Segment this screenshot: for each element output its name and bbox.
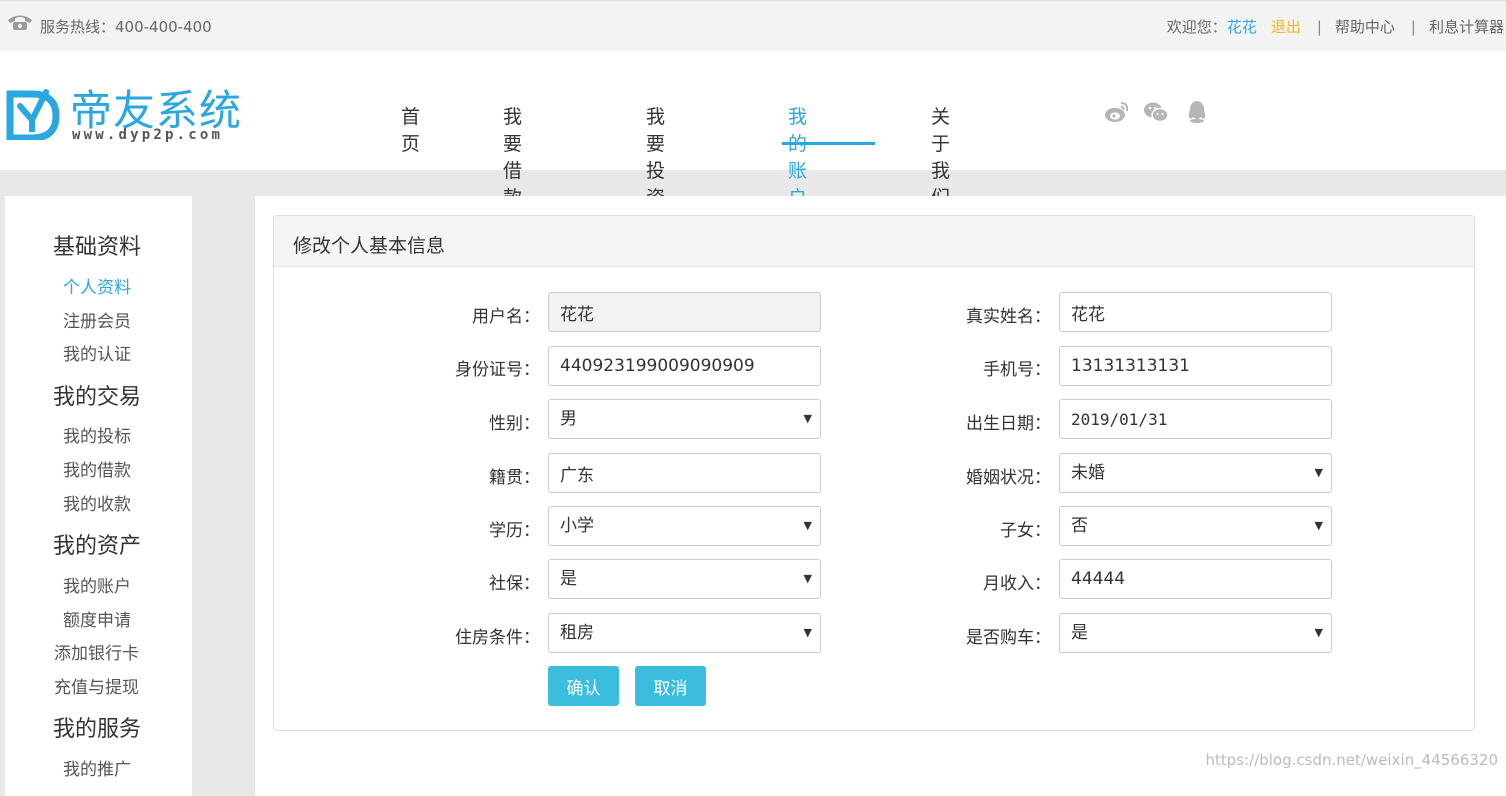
sidebar-item-credit-application[interactable]: 额度申请 (63, 606, 131, 631)
sidebar-item-my-loans[interactable]: 我的借款 (63, 456, 131, 481)
realname-label: 真实姓名： (966, 307, 1051, 327)
children-value: 否 (1071, 516, 1088, 536)
income-label: 月收入： (983, 574, 1051, 594)
username-field[interactable] (548, 292, 821, 332)
education-value: 小学 (560, 516, 594, 536)
weibo-icon[interactable] (1104, 100, 1130, 124)
education-select[interactable]: 小学 ▼ (548, 506, 821, 546)
divider: | (1316, 18, 1322, 36)
logo-icon[interactable] (6, 88, 68, 140)
confirm-button[interactable]: 确认 (548, 666, 619, 706)
insurance-value: 是 (560, 569, 577, 589)
car-label: 是否购车： (966, 628, 1051, 648)
insurance-select[interactable]: 是 ▼ (548, 559, 821, 599)
qq-icon[interactable] (1185, 100, 1211, 124)
dropdown-arrow-icon: ▼ (803, 626, 812, 639)
nav-invest[interactable]: 我要投资 (646, 102, 665, 210)
gender-value: 男 (560, 409, 577, 429)
sidebar-group-title: 我的交易 (53, 385, 142, 410)
housing-select[interactable]: 租房 ▼ (548, 613, 821, 653)
user-links: 欢迎您：花花 退出 | 帮助中心 | 利息计算器 (1167, 16, 1504, 37)
nav-about[interactable]: 关于我们 (931, 102, 950, 210)
marital-value: 未婚 (1071, 463, 1105, 483)
username-label: 用户名： (472, 307, 540, 327)
logout-link[interactable]: 退出 (1271, 18, 1301, 36)
idcard-field[interactable] (548, 346, 821, 386)
help-center-link[interactable]: 帮助中心 (1335, 18, 1395, 36)
gender-label: 性别： (489, 414, 540, 434)
income-field[interactable] (1059, 559, 1332, 599)
sidebar-item-deposit-withdraw[interactable]: 充值与提现 (54, 673, 139, 698)
sidebar-item-my-account[interactable]: 我的账户 (63, 572, 131, 597)
sidebar-group-title: 基础资料 (53, 235, 142, 260)
dropdown-arrow-icon: ▼ (1314, 626, 1323, 639)
dropdown-arrow-icon: ▼ (1314, 466, 1323, 479)
watermark: https://blog.csdn.net/weixin_44566320 (1205, 751, 1498, 769)
divider: | (1410, 18, 1416, 36)
housing-value: 租房 (560, 623, 594, 643)
cancel-button[interactable]: 取消 (635, 666, 706, 706)
interest-calculator-link[interactable]: 利息计算器 (1429, 18, 1504, 36)
car-value: 是 (1071, 623, 1088, 643)
panel-title: 修改个人基本信息 (293, 235, 446, 257)
dropdown-arrow-icon: ▼ (803, 572, 812, 585)
insurance-label: 社保： (489, 574, 540, 594)
hometown-field[interactable] (548, 453, 821, 493)
nav-borrow[interactable]: 我要借款 (503, 102, 522, 210)
panel-header: 修改个人基本信息 (274, 216, 1474, 267)
realname-field[interactable] (1059, 292, 1332, 332)
dropdown-arrow-icon: ▼ (803, 519, 812, 532)
telephone-icon (8, 15, 32, 30)
wechat-icon[interactable] (1143, 100, 1169, 124)
welcome-label: 欢迎您： (1166, 18, 1227, 36)
sidebar-item-membership[interactable]: 注册会员 (63, 307, 131, 332)
sidebar-item-profile[interactable]: 个人资料 (63, 273, 131, 298)
brand-url: www.dyp2p.com (72, 127, 224, 143)
nav-my-account[interactable]: 我的账户 (788, 102, 807, 210)
marital-select[interactable]: 未婚 ▼ (1059, 453, 1332, 493)
birthday-label: 出生日期： (966, 414, 1051, 434)
dropdown-arrow-icon: ▼ (803, 412, 812, 425)
sidebar-group-title: 我的服务 (53, 717, 142, 742)
hometown-label: 籍贯： (489, 468, 540, 488)
hotline-text: 服务热线：400-400-400 (40, 18, 212, 36)
children-label: 子女： (1000, 521, 1051, 541)
idcard-label: 身份证号： (455, 360, 540, 380)
active-nav-indicator (782, 142, 875, 145)
car-select[interactable]: 是 ▼ (1059, 613, 1332, 653)
gender-select[interactable]: 男 ▼ (548, 399, 821, 439)
site-header: 帝友系统 www.dyp2p.com 首页 我要借款 我要投资 我的账户 关于我… (0, 51, 1506, 209)
top-bar: 服务热线：400-400-400 欢迎您：花花 退出 | 帮助中心 | 利息计算器 (0, 0, 1506, 51)
sidebar-group-title: 我的资产 (53, 534, 142, 559)
phone-field[interactable] (1059, 346, 1332, 386)
education-label: 学历： (489, 521, 540, 541)
username-link[interactable]: 花花 (1227, 18, 1257, 36)
phone-label: 手机号： (983, 360, 1051, 380)
sidebar-item-promotion[interactable]: 我的推广 (63, 755, 131, 780)
sidebar-item-add-bank-card[interactable]: 添加银行卡 (54, 639, 139, 664)
sidebar: 基础资料 个人资料 注册会员 我的认证 我的交易 我的投标 我的借款 我的收款 … (5, 196, 192, 796)
housing-label: 住房条件： (455, 628, 540, 648)
sidebar-item-verification[interactable]: 我的认证 (63, 340, 131, 365)
dropdown-arrow-icon: ▼ (1314, 519, 1323, 532)
sidebar-item-my-receipts[interactable]: 我的收款 (63, 490, 131, 515)
marital-label: 婚姻状况： (966, 468, 1051, 488)
children-select[interactable]: 否 ▼ (1059, 506, 1332, 546)
sidebar-item-my-bids[interactable]: 我的投标 (63, 422, 131, 447)
birthday-field[interactable] (1059, 399, 1332, 439)
nav-home[interactable]: 首页 (401, 102, 420, 156)
